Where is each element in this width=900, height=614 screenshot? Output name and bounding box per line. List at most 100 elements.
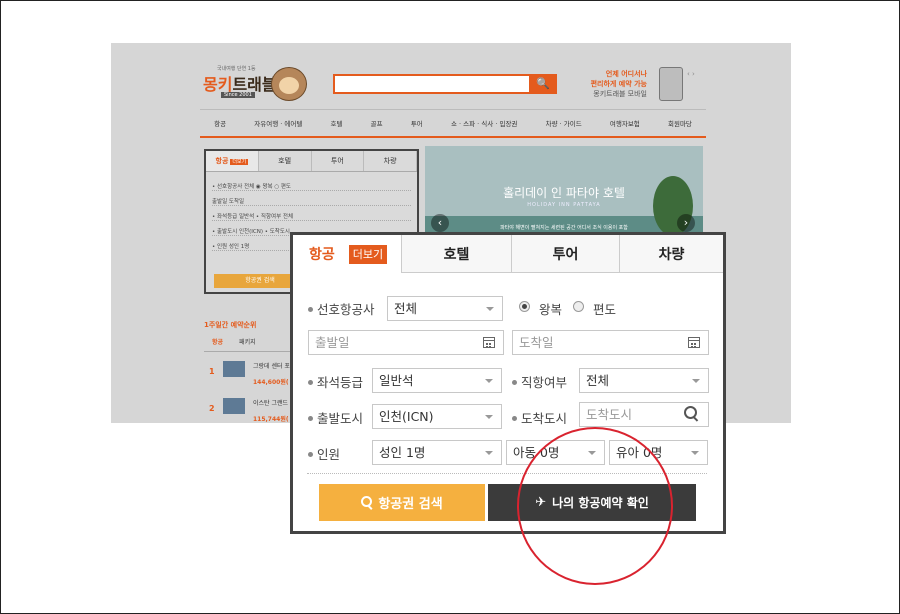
bullet-icon xyxy=(308,452,313,457)
promo-arrows[interactable]: ‹ › xyxy=(687,70,695,78)
search-icon[interactable] xyxy=(684,406,700,423)
calendar-icon[interactable] xyxy=(483,337,495,348)
monkey-mascot-icon xyxy=(271,67,307,101)
banner-prev-icon[interactable]: ‹ xyxy=(431,214,449,232)
site-search-button[interactable]: 🔍 xyxy=(529,74,557,94)
direct-label: 직항여부 xyxy=(512,372,567,391)
banner-title: 홀리데이 인 파타야 호텔 xyxy=(503,186,625,200)
main-nav: 항공 자유여행 · 에어텔 호텔 골프 투어 쇼 · 스파 · 식사 · 입장권… xyxy=(200,109,706,138)
to-city-input[interactable]: 도착도시 xyxy=(579,402,709,427)
chevron-down-icon xyxy=(485,415,493,419)
ranking-tab-air[interactable]: 항공 xyxy=(204,335,231,351)
mini-tab-tour[interactable]: 투어 xyxy=(312,151,365,171)
chevron-down-icon xyxy=(486,307,494,311)
ranking-thumbnail xyxy=(223,361,245,377)
from-city-label: 출발도시 xyxy=(308,408,363,427)
logo-since: Since 2001 xyxy=(221,92,255,98)
mobile-promo[interactable]: 언제 어디서나 편리하게 예약 가능 몽키트래블 모바일 xyxy=(581,69,647,99)
bullet-icon xyxy=(308,380,313,385)
site-search-input[interactable] xyxy=(333,74,553,94)
ranking-price: 144,600원( xyxy=(253,379,289,386)
chevron-down-icon xyxy=(691,451,699,455)
ranking-price: 115,744원( xyxy=(253,416,289,423)
people-label: 인원 xyxy=(308,444,340,463)
mini-tab-hotel[interactable]: 호텔 xyxy=(259,151,312,171)
more-badge[interactable]: 더보기 xyxy=(348,244,388,264)
chevron-down-icon xyxy=(485,379,493,383)
promo-line-1: 언제 어디서나 xyxy=(605,70,647,78)
airline-label-text: 선호항공사 xyxy=(317,302,375,317)
nav-item-insurance[interactable]: 여행자보험 xyxy=(610,118,640,128)
phone-icon xyxy=(659,67,683,101)
mini-tab-car[interactable]: 차량 xyxy=(364,151,417,171)
airline-label: 선호항공사 xyxy=(308,299,375,318)
round-trip-label: 왕복 xyxy=(539,302,563,317)
calendar-icon[interactable] xyxy=(688,337,700,348)
from-city-label-text: 출발도시 xyxy=(317,411,364,426)
nav-item-show[interactable]: 쇼 · 스파 · 식사 · 입장권 xyxy=(451,118,517,128)
seat-label-text: 좌석등급 xyxy=(317,375,364,390)
adult-value: 성인 1명 xyxy=(379,445,426,460)
depart-date-field[interactable]: 출발일 xyxy=(308,330,504,355)
tab-air[interactable]: 항공 더보기 xyxy=(293,235,401,273)
to-city-label: 도착도시 xyxy=(512,408,567,427)
mini-tabs: 항공 더보기 호텔 투어 차량 xyxy=(206,151,417,172)
nav-item-tour[interactable]: 투어 xyxy=(411,118,423,128)
tab-hotel[interactable]: 호텔 xyxy=(401,235,511,273)
chevron-down-icon xyxy=(485,451,493,455)
one-way-label: 편도 xyxy=(593,302,617,317)
arrive-date-placeholder: 도착일 xyxy=(519,335,554,350)
nav-item-air[interactable]: 항공 xyxy=(214,118,226,128)
seat-select-value: 일반석 xyxy=(379,373,414,388)
one-way-radio[interactable] xyxy=(573,301,584,312)
airline-select[interactable]: 전체 xyxy=(387,296,503,321)
promo-line-2: 편리하게 예약 가능 xyxy=(590,80,647,88)
from-city-value: 인천(ICN) xyxy=(379,409,434,424)
mini-row: • 선호항공사 전체 ◉ 왕복 ○ 편도 xyxy=(212,179,411,191)
round-trip-radio[interactable] xyxy=(519,301,530,312)
flight-search-label: 항공권 검색 xyxy=(378,497,443,512)
bullet-icon xyxy=(512,380,517,385)
bullet-icon xyxy=(308,416,313,421)
tab-air-label: 항공 xyxy=(309,247,335,263)
flight-search-button[interactable]: 항공권 검색 xyxy=(319,484,485,521)
nav-item-airtel[interactable]: 자유여행 · 에어텔 xyxy=(254,118,302,128)
search-icon xyxy=(361,496,374,509)
ranking-number: 2 xyxy=(209,404,215,413)
tab-car[interactable]: 차량 xyxy=(619,235,723,273)
to-city-label-text: 도착도시 xyxy=(521,411,568,426)
adult-select[interactable]: 성인 1명 xyxy=(372,440,502,465)
mini-row: 출발일 도착일 xyxy=(212,194,411,206)
direct-select-value: 전체 xyxy=(586,373,610,388)
arrive-date-field[interactable]: 도착일 xyxy=(512,330,709,355)
nav-item-car[interactable]: 차량 · 가이드 xyxy=(546,118,582,128)
mini-row: • 좌석등급 일반석 • 직항여부 전체 xyxy=(212,209,411,221)
ranking-number: 1 xyxy=(209,367,215,376)
banner-caption: 파타야 해변이 펼쳐지는 세련된 공간 어디서 조식 이용이 포함 xyxy=(500,225,628,231)
bullet-icon xyxy=(308,307,313,312)
mini-tab-air-label: 항공 xyxy=(215,157,229,165)
mini-more-badge[interactable]: 더보기 xyxy=(230,159,249,165)
ranking-tab-package[interactable]: 패키지 xyxy=(231,335,264,351)
from-city-select[interactable]: 인천(ICN) xyxy=(372,404,502,429)
direct-select[interactable]: 전체 xyxy=(579,368,709,393)
nav-item-member[interactable]: 회원마당 xyxy=(668,118,692,128)
chevron-down-icon xyxy=(692,379,700,383)
ranking-title: 1주일간 예약순위 xyxy=(204,321,257,329)
seat-select[interactable]: 일반석 xyxy=(372,368,502,393)
search-icon: 🔍 xyxy=(536,77,550,90)
banner-next-icon[interactable]: › xyxy=(677,214,695,232)
direct-label-text: 직항여부 xyxy=(521,375,568,390)
people-label-text: 인원 xyxy=(317,447,341,462)
seat-label: 좌석등급 xyxy=(308,372,363,391)
ranking-thumbnail xyxy=(223,398,245,414)
mini-tab-air[interactable]: 항공 더보기 xyxy=(206,151,259,171)
highlight-circle xyxy=(517,427,673,585)
site-logo[interactable]: 국내여행 단연 1등 몽키트래블 Since 2001 xyxy=(203,65,277,101)
airline-select-value: 전체 xyxy=(394,301,418,316)
depart-date-placeholder: 출발일 xyxy=(315,335,350,350)
promo-line-3: 몽키트래블 모바일 xyxy=(593,90,647,98)
nav-item-golf[interactable]: 골프 xyxy=(371,118,383,128)
tab-tour[interactable]: 투어 xyxy=(511,235,619,273)
nav-item-hotel[interactable]: 호텔 xyxy=(331,118,343,128)
